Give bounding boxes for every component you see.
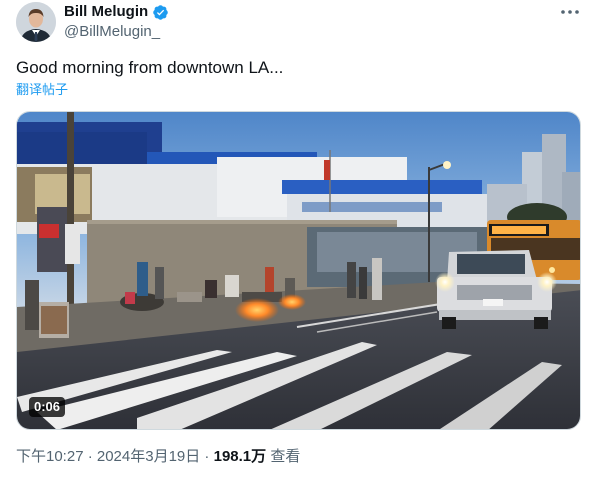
author-display-name[interactable]: Bill Melugin — [64, 3, 148, 21]
video-duration-badge: 0:06 — [29, 397, 66, 417]
tweet-text: Good morning from downtown LA... — [16, 58, 284, 77]
translate-post-link[interactable]: 翻译帖子 — [16, 82, 68, 98]
video-player[interactable]: 0:06 — [16, 111, 581, 430]
tweet-timestamp[interactable]: 下午10:27 · 2024年3月19日 — [16, 448, 200, 465]
profile-photo-icon — [16, 2, 56, 42]
more-dots-icon — [561, 10, 579, 14]
avatar[interactable] — [16, 2, 56, 42]
tweet-card: Bill Melugin @BillMelugin_ Good morning … — [0, 0, 598, 482]
video-frame — [17, 112, 580, 429]
meta-separator: · — [200, 448, 214, 465]
verified-badge-icon[interactable] — [152, 4, 169, 21]
views-count: 198.1万 — [213, 448, 267, 465]
author-handle[interactable]: @BillMelugin_ — [64, 23, 160, 41]
more-options-button[interactable] — [558, 2, 582, 22]
views-label: 查看 — [270, 448, 301, 465]
tweet-meta: 下午10:27 · 2024年3月19日 · 198.1万 查看 — [16, 448, 300, 466]
author-name-row: Bill Melugin — [64, 3, 169, 21]
